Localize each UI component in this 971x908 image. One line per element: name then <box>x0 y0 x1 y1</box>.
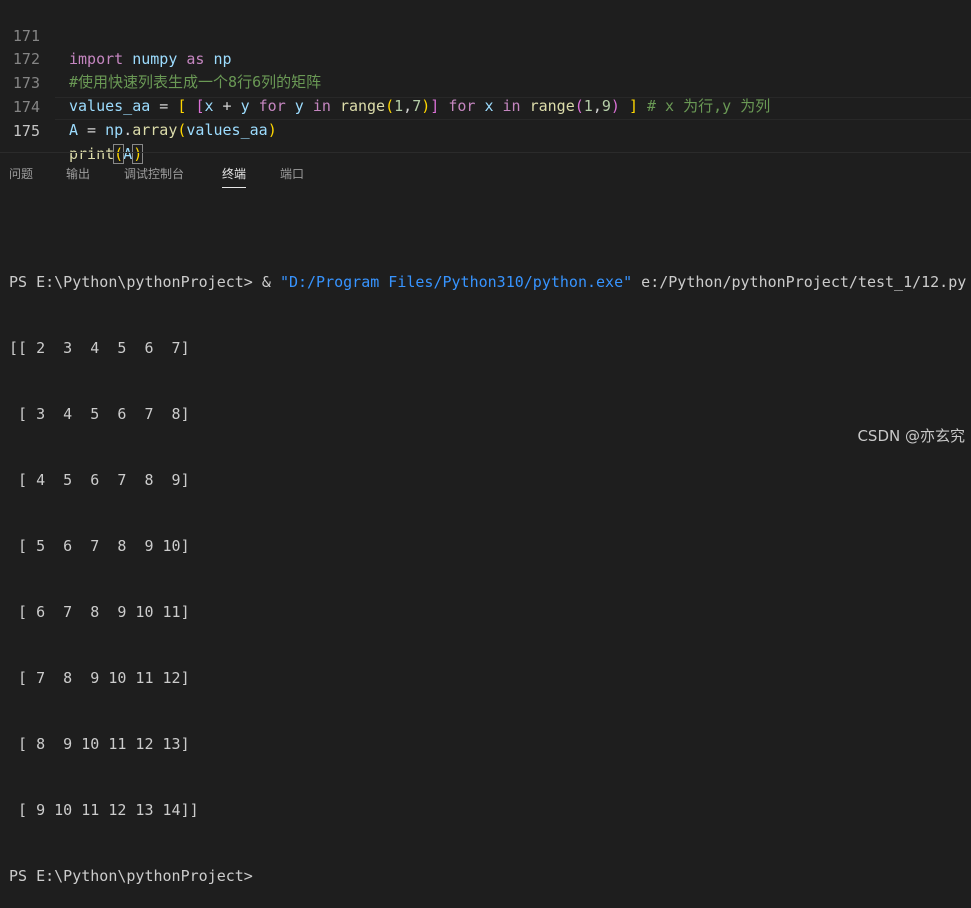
paren: ) <box>267 121 277 139</box>
code-line-172[interactable]: 172 #使用快速列表生成一个8行6列的矩阵 <box>0 25 971 91</box>
code-line-175[interactable]: 175 print(A) <box>0 97 971 164</box>
code-editor[interactable]: 171 import numpy as np 172 #使用快速列表生成一个8行… <box>0 0 971 164</box>
terminal-prompt: PS E:\Python\pythonProject> & <box>9 273 280 291</box>
tab-terminal[interactable]: 终端 <box>222 165 247 188</box>
terminal-output-line: [[ 2 3 4 5 6 7] <box>9 339 190 357</box>
panel-tab-bar: 问题 输出 调试控制台 终端 端口 <box>0 160 971 190</box>
terminal-output-line: [ 5 6 7 8 9 10] <box>9 537 190 555</box>
variable: A <box>69 121 79 139</box>
tab-output[interactable]: 输出 <box>66 165 90 183</box>
terminal-output-line: [ 6 7 8 9 10 11] <box>9 603 190 621</box>
terminal-exe-path: "D:/Program Files/Python310/python.exe" <box>279 273 633 291</box>
terminal-output-line: [ 4 5 6 7 8 9] <box>9 471 190 489</box>
watermark: CSDN @亦玄究 <box>857 427 965 445</box>
terminal-command-line: PS E:\Python\pythonProject> & "D:/Progra… <box>9 271 969 293</box>
panel-divider <box>0 152 971 153</box>
code-line-174[interactable]: 174 A = np.array(values_aa) <box>0 73 971 139</box>
terminal-script-path: e:/Python/pythonProject/test_1/12.py <box>632 273 967 291</box>
terminal-output[interactable]: PS E:\Python\pythonProject> & "D:/Progra… <box>9 227 969 908</box>
code-line-171[interactable]: 171 import numpy as np <box>0 2 971 68</box>
tab-ports[interactable]: 端口 <box>280 165 304 183</box>
dot: . <box>123 121 133 139</box>
terminal-output-line: [ 8 9 10 11 12 13] <box>9 735 190 753</box>
terminal-output-line: [ 9 10 11 12 13 14]] <box>9 801 199 819</box>
terminal-prompt-line: PS E:\Python\pythonProject> <box>9 867 253 885</box>
line-number: 175 <box>12 122 40 140</box>
variable: values_aa <box>186 121 268 139</box>
terminal-output-line: [ 3 4 5 6 7 8] <box>9 405 190 423</box>
module-alias: np <box>105 121 124 139</box>
tab-terminal-label: 终端 <box>222 167 247 181</box>
code-line-173[interactable]: 173 values_aa = [ [x + y for y in range(… <box>0 49 971 115</box>
function-name: array <box>132 121 178 139</box>
active-tab-underline <box>222 187 247 188</box>
tab-problems[interactable]: 问题 <box>9 165 33 183</box>
terminal-output-line: [ 7 8 9 10 11 12] <box>9 669 190 687</box>
code-text[interactable]: A = np.array(values_aa) <box>69 119 277 142</box>
operator: = <box>78 121 106 139</box>
tab-debug-console[interactable]: 调试控制台 <box>124 165 184 183</box>
